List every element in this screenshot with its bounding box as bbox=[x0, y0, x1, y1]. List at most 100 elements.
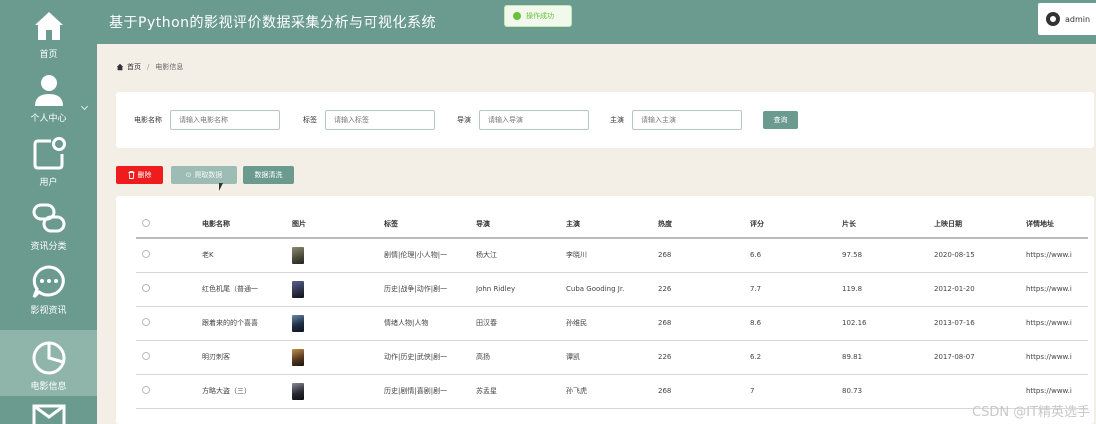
search-field-director: 导演 bbox=[457, 110, 589, 130]
cell-poster bbox=[292, 340, 384, 375]
cell-name: 方略大盗（三） bbox=[202, 374, 292, 409]
sidebar: 首页 个人中心 用户 资讯分类 影视资讯 电影信息 bbox=[0, 0, 97, 424]
crawl-data-button[interactable]: ⊙ 爬取数据 bbox=[171, 166, 237, 184]
clean-data-button[interactable]: 数据清洗 bbox=[243, 166, 294, 184]
cell-actor: 孙维民 bbox=[566, 306, 658, 341]
row-checkbox[interactable] bbox=[136, 340, 202, 375]
select-all-checkbox[interactable] bbox=[136, 210, 202, 239]
sidebar-item-users[interactable]: 用户 bbox=[0, 128, 97, 192]
pie-chart-icon bbox=[31, 340, 67, 376]
cell-url[interactable]: https://www.i bbox=[1026, 238, 1088, 273]
user-menu[interactable]: admin bbox=[1038, 3, 1096, 35]
field-label: 主演 bbox=[610, 116, 624, 124]
sidebar-item-label: 用户 bbox=[39, 178, 58, 188]
column-header[interactable]: 评分 bbox=[750, 210, 842, 239]
cell-score: 7 bbox=[750, 374, 842, 409]
delete-label: 删除 bbox=[137, 171, 152, 179]
search-field-movie-name: 电影名称 bbox=[134, 110, 280, 130]
user-chat-icon bbox=[31, 136, 67, 172]
search-field-actor: 主演 bbox=[610, 110, 742, 130]
refresh-icon: ⊙ bbox=[185, 171, 192, 179]
column-header[interactable]: 标签 bbox=[384, 210, 476, 239]
table-header-row: 电影名称 图片 标签 导演 主演 热度 评分 片长 上映日期 详情地址 bbox=[136, 210, 1088, 239]
field-label: 导演 bbox=[457, 116, 471, 124]
cell-heat: 268 bbox=[658, 306, 750, 341]
breadcrumb-separator: / bbox=[147, 63, 150, 71]
cell-score: 7.7 bbox=[750, 272, 842, 307]
movie-name-input[interactable] bbox=[170, 110, 280, 130]
sidebar-item-news-category[interactable]: 资讯分类 bbox=[0, 192, 97, 256]
link-icon bbox=[31, 200, 67, 236]
cell-score: 6.2 bbox=[750, 340, 842, 375]
cell-url[interactable]: https://www.i bbox=[1026, 306, 1088, 341]
column-header[interactable]: 上映日期 bbox=[934, 210, 1026, 239]
cell-url[interactable]: https://www.i bbox=[1026, 272, 1088, 307]
search-field-tags: 标签 bbox=[303, 110, 435, 130]
cell-tags: 动作|历史|武侠|剧一 bbox=[384, 340, 476, 375]
success-check-icon bbox=[513, 12, 521, 20]
row-checkbox[interactable] bbox=[136, 238, 202, 273]
search-panel: 电影名称 标签 导演 主演 查询 bbox=[116, 92, 1094, 148]
cell-date: 2017-08-07 bbox=[934, 340, 1026, 375]
column-header[interactable]: 主演 bbox=[566, 210, 658, 239]
field-label: 标签 bbox=[303, 116, 317, 124]
sidebar-item-label: 资讯分类 bbox=[30, 242, 67, 252]
column-header[interactable]: 导演 bbox=[476, 210, 566, 239]
poster-image bbox=[292, 314, 304, 332]
sidebar-item-movie-info[interactable]: 电影信息 bbox=[0, 330, 97, 396]
table-row[interactable]: 明刃刺客 动作|历史|武侠|剧一 高扬 谭凯 226 6.2 89.81 201… bbox=[136, 340, 1088, 375]
sidebar-item-label: 首页 bbox=[39, 50, 58, 60]
row-checkbox[interactable] bbox=[136, 272, 202, 307]
poster-image bbox=[292, 246, 304, 264]
sidebar-item-mail[interactable] bbox=[0, 400, 97, 424]
poster-image bbox=[292, 382, 304, 400]
table-row[interactable]: 跟着来的的个喜喜 情绪人物|人物 田汉春 孙维民 268 8.6 102.16 … bbox=[136, 306, 1088, 341]
cell-director: 杨大江 bbox=[476, 238, 566, 273]
movie-table: 电影名称 图片 标签 导演 主演 热度 评分 片长 上映日期 详情地址 老K 剧… bbox=[136, 210, 1088, 409]
cell-length: 80.73 bbox=[842, 374, 934, 409]
watermark: CSDN @IT精英选手 bbox=[972, 405, 1090, 420]
column-header[interactable]: 片长 bbox=[842, 210, 934, 239]
search-button[interactable]: 查询 bbox=[763, 111, 798, 129]
table-row[interactable]: 方略大盗（三） 历史|剧情|喜剧|剧一 苏孟星 孙飞虎 268 7 80.73 … bbox=[136, 374, 1088, 409]
toast-text: 操作成功 bbox=[526, 12, 554, 20]
mail-icon bbox=[31, 400, 67, 424]
tags-input[interactable] bbox=[325, 110, 435, 130]
director-input[interactable] bbox=[479, 110, 589, 130]
poster-image bbox=[292, 348, 304, 366]
poster-image bbox=[292, 280, 304, 298]
sidebar-item-news[interactable]: 影视资讯 bbox=[0, 256, 97, 320]
breadcrumb-home[interactable]: 首页 bbox=[127, 62, 141, 72]
cell-name: 跟着来的的个喜喜 bbox=[202, 306, 292, 341]
column-header[interactable]: 详情地址 bbox=[1026, 210, 1088, 239]
cell-actor: Cuba Gooding Jr. bbox=[566, 272, 658, 307]
cell-poster bbox=[292, 272, 384, 307]
table-row[interactable]: 红色机尾（普通一 历史|战争|动作|剧一 John Ridley Cuba Go… bbox=[136, 272, 1088, 307]
sidebar-item-profile[interactable]: 个人中心 bbox=[0, 64, 97, 128]
table-row[interactable]: 老K 剧情|伦理|小人物|一 杨大江 李晓川 268 6.6 97.58 202… bbox=[136, 238, 1088, 273]
column-header[interactable]: 电影名称 bbox=[202, 210, 292, 239]
cell-heat: 268 bbox=[658, 238, 750, 273]
row-checkbox[interactable] bbox=[136, 374, 202, 409]
cell-heat: 226 bbox=[658, 340, 750, 375]
cell-date: 2013-07-16 bbox=[934, 306, 1026, 341]
cell-tags: 情绪人物|人物 bbox=[384, 306, 476, 341]
sidebar-item-label: 影视资讯 bbox=[30, 306, 67, 316]
cell-length: 89.81 bbox=[842, 340, 934, 375]
cell-heat: 226 bbox=[658, 272, 750, 307]
delete-button[interactable]: 删除 bbox=[116, 166, 163, 184]
cell-url[interactable]: https://www.i bbox=[1026, 340, 1088, 375]
cell-tags: 历史|战争|动作|剧一 bbox=[384, 272, 476, 307]
top-header: 基于Python的影视评价数据采集分析与可视化系统 操作成功 admin bbox=[97, 0, 1096, 44]
movie-table-panel: 电影名称 图片 标签 导演 主演 热度 评分 片长 上映日期 详情地址 老K 剧… bbox=[116, 196, 1094, 424]
breadcrumb: 首页 / 电影信息 bbox=[116, 62, 183, 72]
column-header[interactable]: 图片 bbox=[292, 210, 384, 239]
sidebar-item-home[interactable]: 首页 bbox=[0, 0, 97, 64]
avatar-icon bbox=[1046, 12, 1060, 26]
cell-tags: 剧情|伦理|小人物|一 bbox=[384, 238, 476, 273]
actor-input[interactable] bbox=[632, 110, 742, 130]
cell-name: 明刃刺客 bbox=[202, 340, 292, 375]
column-header[interactable]: 热度 bbox=[658, 210, 750, 239]
row-checkbox[interactable] bbox=[136, 306, 202, 341]
sidebar-item-label: 电影信息 bbox=[30, 382, 67, 392]
